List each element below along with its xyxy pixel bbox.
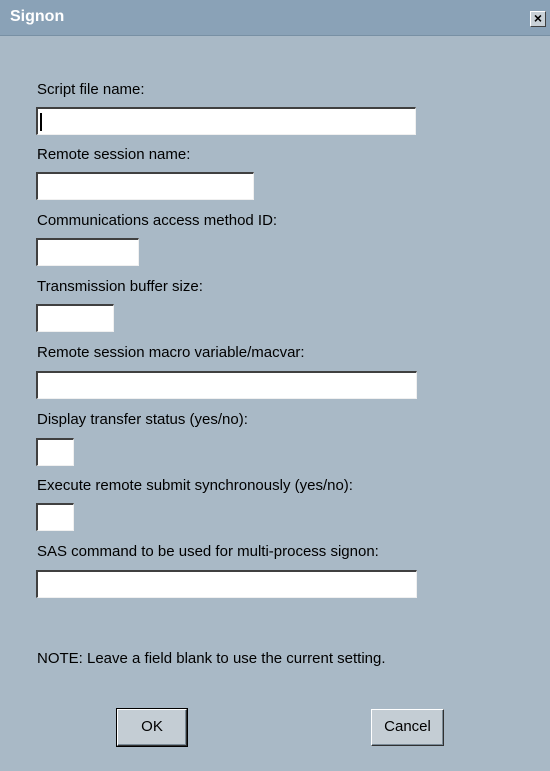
text-caret — [40, 113, 42, 131]
signon-dialog: Signon × Script file name: Remote sessio… — [0, 0, 550, 771]
execute-remote-submit-input[interactable] — [36, 503, 74, 531]
title-bar[interactable]: Signon × — [0, 0, 550, 36]
execute-remote-submit-label: Execute remote submit synchronously (yes… — [37, 477, 353, 494]
transmission-buffer-size-label: Transmission buffer size: — [37, 278, 203, 295]
sas-command-input[interactable] — [36, 570, 417, 598]
communications-access-method-input[interactable] — [36, 238, 139, 266]
display-transfer-status-label: Display transfer status (yes/no): — [37, 411, 248, 428]
ok-button[interactable]: OK — [116, 708, 188, 747]
dialog-title: Signon — [10, 8, 65, 25]
remote-session-macvar-label: Remote session macro variable/macvar: — [37, 344, 305, 361]
close-icon: × — [533, 10, 543, 26]
remote-session-macvar-input[interactable] — [36, 371, 417, 399]
script-file-name-input[interactable] — [36, 107, 416, 135]
script-file-name-label: Script file name: — [37, 81, 145, 98]
transmission-buffer-size-input[interactable] — [36, 304, 114, 332]
close-button[interactable]: × — [530, 11, 546, 27]
sas-command-label: SAS command to be used for multi-process… — [37, 543, 379, 560]
remote-session-name-input[interactable] — [36, 172, 254, 200]
communications-access-method-label: Communications access method ID: — [37, 212, 278, 229]
display-transfer-status-input[interactable] — [36, 438, 74, 466]
note-text: NOTE: Leave a field blank to use the cur… — [37, 650, 386, 667]
cancel-button[interactable]: Cancel — [371, 709, 444, 746]
remote-session-name-label: Remote session name: — [37, 146, 191, 163]
